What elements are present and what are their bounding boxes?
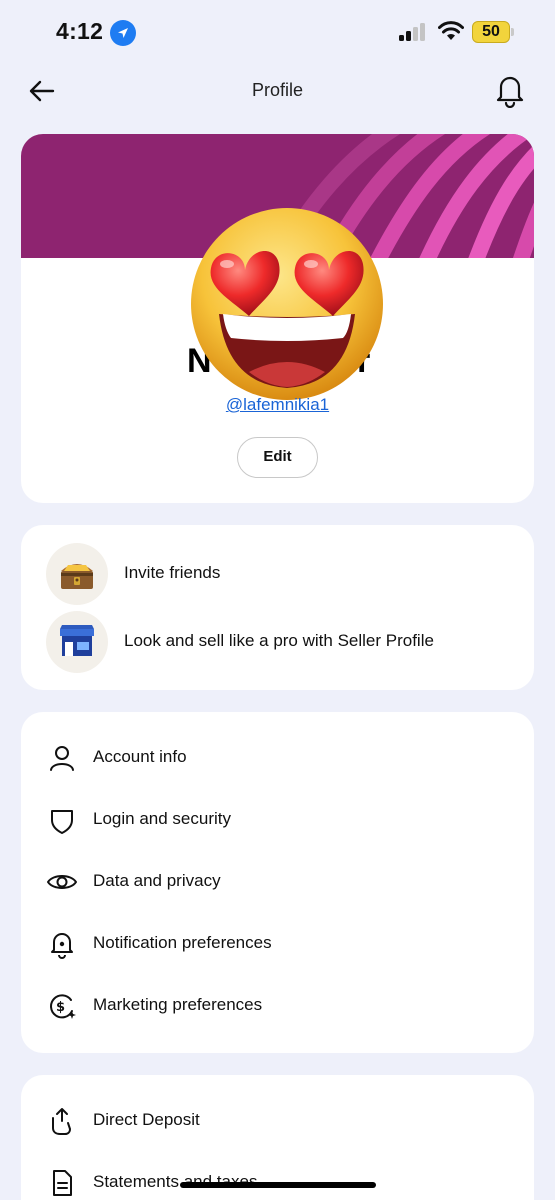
login-security-label: Login and security [93, 809, 231, 828]
invite-friends-row[interactable]: Invite friends [21, 540, 534, 606]
marketing-preferences-row[interactable]: $ Marketing preferences [21, 975, 534, 1037]
location-arrow-icon [110, 20, 136, 46]
data-privacy-row[interactable]: Data and privacy [21, 851, 534, 913]
marketing-preferences-label: Marketing preferences [93, 995, 263, 1014]
page-title: Profile [251, 80, 304, 100]
profile-username-link[interactable]: @lafemnikia1 [21, 395, 534, 415]
account-info-label: Account info [93, 747, 187, 766]
dollar-sparkle-icon: $ [50, 994, 76, 1019]
bell-icon [496, 76, 524, 109]
notifications-button[interactable] [493, 72, 527, 109]
seller-profile-row[interactable]: Look and sell like a pro with Seller Pro… [21, 608, 534, 674]
wifi-icon [438, 21, 464, 40]
edit-profile-button[interactable]: Edit [237, 437, 318, 478]
direct-deposit-row[interactable]: Direct Deposit [21, 1090, 534, 1152]
heart-eyes-emoji-avatar [187, 202, 387, 402]
statements-taxes-row[interactable]: Statements and taxes [21, 1152, 534, 1200]
login-security-row[interactable]: Login and security [21, 789, 534, 851]
notification-preferences-label: Notification preferences [93, 933, 272, 952]
seller-profile-label: Look and sell like a pro with Seller Pro… [124, 631, 434, 650]
treasure-chest-icon [46, 543, 108, 605]
cellular-signal-icon [399, 23, 425, 41]
data-privacy-label: Data and privacy [93, 871, 221, 890]
document-icon [53, 1170, 72, 1196]
direct-deposit-label: Direct Deposit [93, 1110, 200, 1129]
status-time: 4:12 [56, 18, 104, 44]
profile-card: N r @laf [21, 134, 534, 503]
svg-text:$: $ [56, 1000, 65, 1015]
person-icon [50, 746, 74, 771]
invite-friends-label: Invite friends [124, 563, 221, 582]
bell-gear-icon [51, 933, 73, 959]
eye-icon [47, 875, 77, 889]
storefront-icon [46, 611, 108, 673]
deposit-hand-icon [52, 1108, 71, 1135]
home-indicator [180, 1182, 376, 1188]
battery-cap [511, 28, 514, 36]
settings-card: Account info Login and security Data and… [21, 712, 534, 1053]
battery-level: 50 [482, 23, 500, 40]
battery-indicator: 50 [472, 21, 510, 43]
status-bar: 4:12 50 [0, 0, 555, 66]
notification-preferences-row[interactable]: Notification preferences [21, 913, 534, 975]
account-info-row[interactable]: Account info [21, 727, 534, 789]
shield-icon [51, 810, 73, 834]
promo-card: Invite friends Look and sell like a pro … [21, 525, 534, 690]
